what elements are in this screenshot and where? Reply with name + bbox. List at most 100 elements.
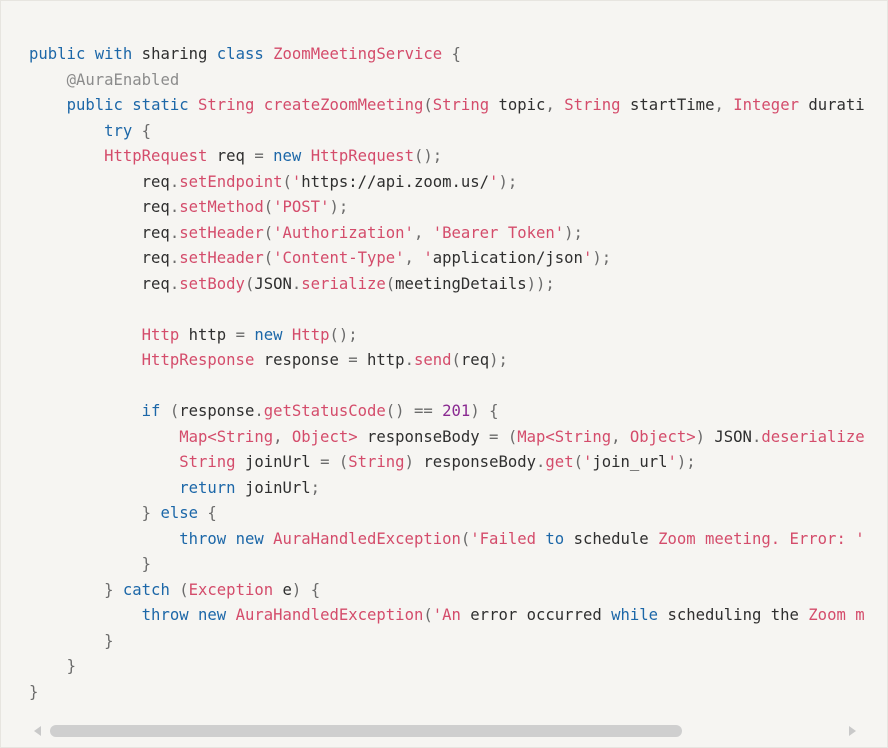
code-line: Map<String, Object> responseBody = (Map<… [29,425,865,451]
code-token: http [179,325,236,344]
code-token: req [207,147,255,165]
code-token: ( [573,453,583,471]
code-line: @AuraEnabled [29,68,865,94]
code-token: ( [263,223,274,242]
code-token: throw [179,529,227,548]
code-token: ' [582,249,593,267]
code-token: HttpResponse [141,351,255,369]
code-token: Map<String [517,427,612,446]
code-token: joinUrl [235,453,321,471]
code-token: req [29,172,170,191]
code-token: ); [676,453,696,471]
code-token: new [198,606,227,624]
code-token: } [66,657,76,675]
code-token: error occurred [470,606,612,624]
scrollbar-track[interactable] [50,725,840,737]
code-token: JSON [254,274,292,293]
code-token: if [141,402,161,420]
code-token: setEndpoint [179,172,283,191]
code-token: (); [329,325,358,344]
code-token: 'Failed [470,529,546,548]
code-token: , [611,427,630,446]
code-token: Zoom m [808,606,865,624]
code-token: ( [423,606,433,624]
code-token: ); [329,198,349,216]
code-token: String [564,96,621,114]
code-token: sharing [132,45,217,63]
code-token: (); [413,147,443,165]
code-token: ) [404,453,414,471]
code-line: throw new AuraHandledException('Failed t… [29,527,865,553]
code-token: response [254,351,349,369]
code-line: String joinUrl = (String) responseBody.g… [29,450,865,476]
code-token: to [545,529,565,548]
code-token: , [413,223,433,242]
code-block: public with sharing class ZoomMeetingSer… [0,0,888,748]
code-token: Integer [733,96,799,114]
code-token: send [413,351,452,369]
scroll-right-arrow-icon[interactable] [849,726,856,736]
code-token: JSON [705,427,752,446]
code-token: ( [179,580,189,599]
code-line: req.setHeader('Authorization', 'Bearer T… [29,221,865,247]
code-token: . [536,453,546,471]
code-token: . [169,274,180,293]
code-token: throw [141,606,189,624]
scrollbar-thumb[interactable] [50,725,682,737]
code-line: req.setHeader('Content-Type', 'applicati… [29,246,865,272]
code-token: with [94,45,133,63]
code-token: . [254,402,264,420]
code-token: , [273,427,292,446]
code-token: } [29,682,39,701]
code-token: ; [310,478,321,497]
code-token: ); [498,172,518,191]
horizontal-scrollbar[interactable] [30,722,860,740]
code-token: . [169,249,180,267]
code-token: . [169,172,180,191]
code-token: getStatusCode [263,402,386,420]
code-token: Object> [629,427,696,446]
code-line: } [29,629,865,655]
code-token: req [29,249,170,267]
code-token: ( [263,249,274,267]
scroll-left-arrow-icon[interactable] [34,726,41,736]
code-token: setHeader [179,249,264,267]
code-token: new [254,325,283,344]
code-line: try { [29,119,865,145]
code-token: . [404,351,414,369]
code-token: HttpRequest [310,147,414,165]
code-token: ' [273,198,283,216]
code-token: ( [460,529,471,548]
code-token: class [216,45,264,63]
code-line: ​ [29,297,865,323]
code-token: deserialize [761,427,865,446]
code-token: public [66,96,123,114]
code-token: try [104,121,133,140]
code-token: ( [282,172,292,191]
code-token: AuraHandledException [235,606,424,624]
code-token: Object> [291,427,358,446]
